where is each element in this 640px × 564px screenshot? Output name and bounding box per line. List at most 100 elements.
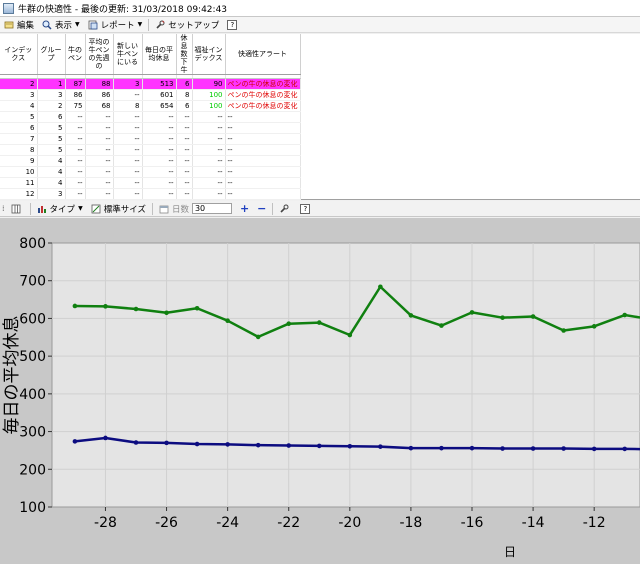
rest-chart: 100 200 300 400 500 600 700 800 -28 -26 -24 -22 -20… bbox=[2, 236, 640, 559]
y-tick-label: 300 bbox=[19, 425, 46, 441]
setup-button[interactable]: セットアップ bbox=[151, 18, 223, 32]
row-welfare-index: 90 bbox=[192, 78, 226, 90]
column-header[interactable]: 毎日の平均休息 bbox=[142, 34, 177, 75]
edit-menu[interactable]: 編集 bbox=[0, 18, 38, 32]
series-2-point bbox=[72, 439, 78, 444]
series-1-point bbox=[347, 332, 353, 338]
days-input[interactable] bbox=[191, 203, 232, 214]
row-below-rest: -- bbox=[176, 155, 193, 167]
row-daily-rest: -- bbox=[142, 177, 177, 189]
chart-help-button[interactable]: ? bbox=[296, 202, 314, 216]
row-new-in-pen: -- bbox=[113, 155, 143, 167]
row-daily-rest: -- bbox=[142, 133, 177, 145]
row-index: 11 bbox=[0, 177, 38, 189]
zoom-out-button[interactable]: − bbox=[253, 202, 270, 216]
row-new-in-pen: 8 bbox=[113, 100, 143, 112]
table-row[interactable]: 5 6 -- -- -- -- -- -- -- bbox=[0, 111, 301, 123]
row-avg-last-week: -- bbox=[85, 166, 114, 178]
row-avg-last-week: -- bbox=[85, 177, 114, 189]
report-menu[interactable]: レポート ▼ bbox=[84, 18, 147, 32]
column-header[interactable]: 休息数下牛 bbox=[176, 34, 193, 75]
table-row[interactable]: 9 4 -- -- -- -- -- -- -- bbox=[0, 155, 301, 167]
help-button[interactable]: ? bbox=[223, 18, 241, 32]
series-1-point bbox=[500, 315, 505, 320]
toolbar-divider bbox=[272, 202, 274, 215]
row-pen: 86 bbox=[65, 89, 86, 101]
row-avg-last-week: 88 bbox=[85, 78, 114, 90]
main-toolbar: 編集 表示 ▼ レポート ▼ セットアップ ? bbox=[0, 17, 640, 33]
table-row[interactable]: 12 3 -- -- -- -- -- -- -- bbox=[0, 188, 301, 200]
x-tick-label: -16 bbox=[461, 515, 484, 531]
row-group: 2 bbox=[37, 100, 66, 112]
column-header[interactable]: グループ bbox=[37, 34, 66, 75]
table-row[interactable]: 11 4 -- -- -- -- -- -- -- bbox=[0, 177, 301, 189]
chart-type-menu[interactable]: タイプ ▼ bbox=[33, 202, 87, 216]
row-daily-rest: 513 bbox=[142, 78, 177, 90]
table-row[interactable]: 10 4 -- -- -- -- -- -- -- bbox=[0, 166, 301, 178]
column-header[interactable]: 平均の牛ペンの先週の bbox=[85, 34, 114, 75]
series-2-point bbox=[561, 446, 566, 451]
chart-setup-button[interactable] bbox=[275, 202, 296, 216]
chart-toolbar: ⁞ タイプ ▼ 標準サイズ 日数 + − ? bbox=[0, 201, 640, 217]
row-pen: -- bbox=[65, 188, 86, 200]
view-menu[interactable]: 表示 ▼ bbox=[38, 18, 84, 32]
series-1-point bbox=[530, 314, 536, 319]
row-index: 10 bbox=[0, 166, 38, 178]
column-header[interactable]: 快適性アラート bbox=[225, 34, 301, 75]
row-welfare-index: -- bbox=[192, 155, 226, 167]
column-header[interactable]: 牛のペン bbox=[65, 34, 86, 75]
row-welfare-index: -- bbox=[192, 188, 226, 200]
help-icon: ? bbox=[227, 19, 238, 30]
column-header[interactable]: 福祉インデックス bbox=[192, 34, 226, 75]
table-row[interactable]: 2 1 87 88 3 513 6 90 ペンの牛の休息の変化 bbox=[0, 78, 301, 90]
row-welfare-index: 100 bbox=[192, 100, 226, 112]
row-welfare-index: -- bbox=[192, 111, 226, 123]
y-axis-label: 毎日の平均休息 bbox=[2, 316, 22, 435]
chevron-down-icon: ▼ bbox=[137, 21, 143, 28]
grip-icon: ⁞ bbox=[2, 204, 5, 213]
row-group: 3 bbox=[37, 89, 66, 101]
row-avg-last-week: -- bbox=[85, 122, 114, 134]
series-1-point bbox=[378, 284, 383, 290]
table-row[interactable]: 7 5 -- -- -- -- -- -- -- bbox=[0, 133, 301, 145]
toolbar-divider bbox=[151, 202, 153, 215]
fit-size-icon bbox=[91, 204, 101, 214]
table-row[interactable]: 6 5 -- -- -- -- -- -- -- bbox=[0, 122, 301, 134]
table-header-row: インデックス グループ 牛のペン 平均の牛ペンの先週の 新しい牛ペンにいる 毎日… bbox=[0, 34, 301, 75]
row-group: 4 bbox=[37, 155, 66, 167]
column-header[interactable]: 新しい牛ペンにいる bbox=[113, 34, 143, 75]
series-2-point bbox=[378, 444, 383, 449]
y-tick-label: 600 bbox=[19, 311, 46, 327]
row-group: 5 bbox=[37, 133, 66, 145]
table-row[interactable]: 4 2 75 68 8 654 6 100 ペンの牛の休息の変化 bbox=[0, 100, 301, 112]
row-group: 4 bbox=[37, 166, 66, 178]
row-daily-rest: -- bbox=[142, 188, 177, 200]
row-avg-last-week: -- bbox=[85, 111, 114, 123]
chart-area: 100 200 300 400 500 600 700 800 -28 -26 -24 -22 -20… bbox=[0, 218, 640, 564]
window-title: 牛群の快適性 - 最後の更新: 31/03/2018 09:42:43 bbox=[18, 4, 228, 15]
row-index: 9 bbox=[0, 155, 38, 167]
columns-button[interactable] bbox=[7, 202, 28, 216]
y-tick-label: 400 bbox=[19, 387, 46, 403]
row-pen: -- bbox=[65, 133, 86, 145]
row-avg-last-week: -- bbox=[85, 144, 114, 156]
table-row[interactable]: 3 3 86 86 -- 601 8 100 ペンの牛の休息の変化 bbox=[0, 89, 301, 101]
row-avg-last-week: -- bbox=[85, 155, 114, 167]
x-tick-label: -22 bbox=[277, 515, 300, 531]
row-comfort-alert: ペンの牛の休息の変化 bbox=[225, 100, 301, 112]
series-2-point bbox=[103, 435, 108, 441]
x-axis-label: 日 bbox=[504, 545, 516, 559]
row-avg-last-week: -- bbox=[85, 133, 114, 145]
minus-icon: − bbox=[257, 202, 267, 215]
x-tick-label: -14 bbox=[522, 515, 545, 531]
standard-size-button[interactable]: 標準サイズ bbox=[87, 202, 150, 216]
column-header[interactable]: インデックス bbox=[0, 34, 38, 75]
row-below-rest: -- bbox=[176, 144, 193, 156]
zoom-in-button[interactable]: + bbox=[236, 202, 253, 216]
row-daily-rest: -- bbox=[142, 111, 177, 123]
row-comfort-alert: -- bbox=[225, 155, 301, 167]
row-avg-last-week: 86 bbox=[85, 89, 114, 101]
row-below-rest: 6 bbox=[176, 78, 193, 90]
table-row[interactable]: 8 5 -- -- -- -- -- -- -- bbox=[0, 144, 301, 156]
row-new-in-pen: -- bbox=[113, 122, 143, 134]
